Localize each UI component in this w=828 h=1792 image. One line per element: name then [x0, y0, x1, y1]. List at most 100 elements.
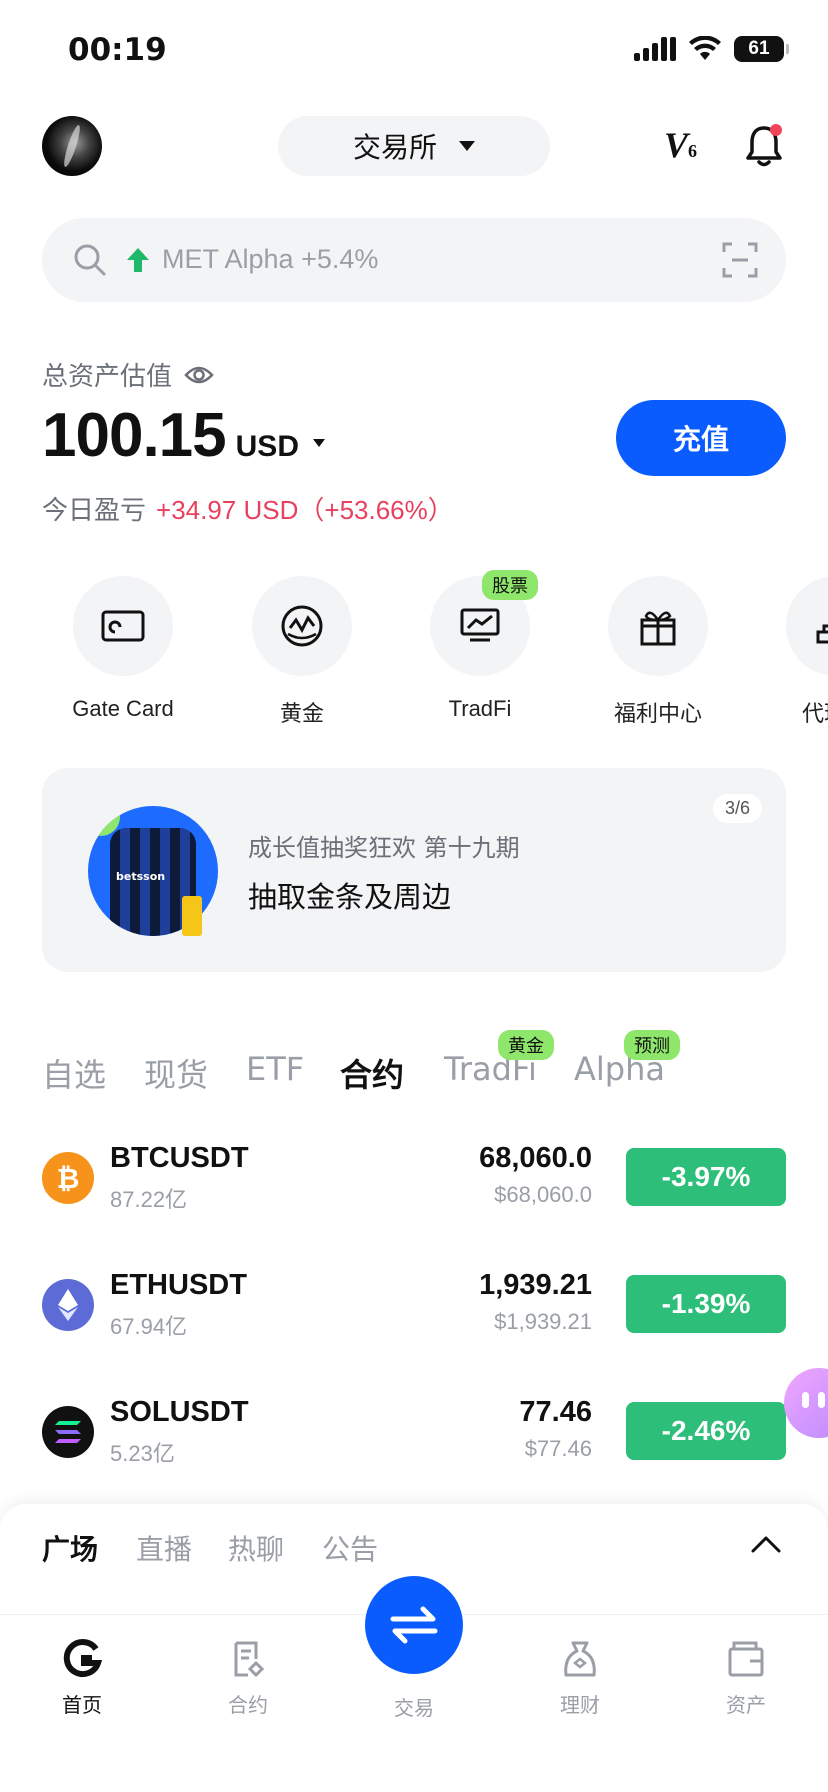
stock-tag: 股票 — [482, 570, 538, 600]
network-icon — [816, 624, 828, 644]
scan-icon[interactable] — [722, 242, 758, 278]
exchange-label: 交易所 — [352, 131, 437, 164]
search-input: MET Alpha +5.4% — [162, 244, 379, 274]
nav-home[interactable]: 首页 — [22, 1639, 142, 1718]
nav-assets[interactable]: 资产 — [686, 1639, 806, 1718]
tab-futures[interactable]: 合约 — [340, 1050, 404, 1096]
sol-icon — [42, 1406, 94, 1458]
tab-square[interactable]: 广场 — [42, 1528, 98, 1568]
shortcut-label: 福利中心 — [613, 701, 702, 726]
futures-icon — [234, 1641, 265, 1678]
shortcut-circle: 股票 — [430, 570, 538, 676]
pair-name: BTCUSDT — [110, 1142, 249, 1174]
signal-icon — [634, 37, 676, 61]
trade-button[interactable] — [365, 1576, 463, 1674]
shortcut-label: TradFi — [448, 696, 512, 721]
gold-bar-image — [182, 896, 202, 936]
gift-icon — [640, 611, 676, 646]
alpha-predict-tag: 预测 — [624, 1030, 680, 1060]
shortcut-circle — [73, 576, 173, 676]
market-row[interactable]: SOLUSDT 5.23亿 77.46 $77.46 -2.46% — [42, 1394, 786, 1474]
shortcut-label: 黄金 — [279, 701, 324, 726]
shortcut-gate-card[interactable]: Gate Card — [33, 576, 213, 722]
change-badge[interactable]: -3.97% — [626, 1148, 786, 1206]
header: 交易所 V6 — [0, 112, 828, 182]
eye-icon[interactable] — [184, 364, 214, 386]
nav-trade-label: 交易 — [394, 1696, 434, 1720]
nav-earn[interactable]: 理财 — [520, 1639, 640, 1718]
banner-subtitle: 成长值抽奖狂欢 第十九期 — [248, 834, 520, 862]
fiat-price: $1,939.21 — [494, 1309, 592, 1334]
shortcut-row: Gate Card 黄金 股票 TradFi 福利中心 代 — [0, 570, 828, 728]
market-tabs: 自选 现货 ETF 合约 TradFi 黄金 Alpha 预测 — [42, 1030, 802, 1100]
deposit-button[interactable]: 充值 — [616, 400, 786, 476]
status-bar: 00:19 61 — [0, 0, 828, 100]
btc-icon: ₿ — [42, 1152, 94, 1204]
exchange-switcher[interactable]: 交易所 — [278, 116, 550, 176]
wallet-icon — [728, 1641, 764, 1677]
nav-futures[interactable]: 合约 — [188, 1639, 308, 1718]
asset-value-row: 100.15 USD — [42, 400, 325, 471]
pnl-row[interactable]: 今日盈亏 +34.97 USD（+53.66%） — [42, 490, 454, 527]
status-icons: 61 — [634, 36, 789, 62]
nav-label: 资产 — [726, 1693, 766, 1717]
vip-level: 6 — [688, 141, 698, 161]
vip-letter: V — [664, 125, 689, 165]
market-row[interactable]: ETHUSDT 67.94亿 1,939.21 $1,939.21 -1.39% — [42, 1267, 786, 1347]
currency-selector[interactable]: USD — [236, 430, 299, 464]
fiat-price: $68,060.0 — [494, 1182, 592, 1207]
tab-etf[interactable]: ETF — [246, 1050, 304, 1088]
tab-announcements[interactable]: 公告 — [322, 1528, 378, 1568]
card-icon — [101, 610, 145, 642]
eth-icon — [42, 1279, 94, 1331]
shortcut-tradfi[interactable]: 股票 TradFi — [390, 570, 570, 722]
jersey-sponsor-text: betsson — [116, 870, 166, 883]
tradfi-gold-tag: 黄金 — [498, 1030, 554, 1060]
change-badge[interactable]: -1.39% — [626, 1275, 786, 1333]
tab-live[interactable]: 直播 — [136, 1528, 192, 1568]
shortcut-agent[interactable]: 代理 — [746, 576, 828, 728]
earn-icon — [564, 1641, 596, 1677]
swap-icon — [390, 1606, 438, 1644]
shortcut-label: Gate Card — [72, 696, 174, 721]
nav-label: 理财 — [560, 1693, 600, 1717]
last-price: 1,939.21 — [479, 1269, 592, 1301]
shortcut-rewards[interactable]: 福利中心 — [568, 576, 748, 728]
nav-label: 合约 — [228, 1693, 268, 1717]
tab-favorites[interactable]: 自选 — [42, 1050, 106, 1096]
change-badge[interactable]: -2.46% — [626, 1402, 786, 1460]
chart-board-icon — [460, 608, 500, 642]
home-icon — [63, 1639, 102, 1678]
shortcut-circle — [786, 576, 828, 676]
pnl-label: 今日盈亏 — [42, 496, 147, 526]
shortcut-gold[interactable]: 黄金 — [212, 576, 392, 728]
tab-spot[interactable]: 现货 — [144, 1050, 208, 1096]
promo-banner[interactable]: betsson 成长值抽奖狂欢 第十九期 抽取金条及周边 3/6 — [42, 768, 786, 972]
shortcut-circle — [252, 576, 352, 676]
svg-text:₿: ₿ — [57, 1162, 80, 1194]
avatar[interactable] — [42, 116, 102, 176]
notification-dot — [770, 124, 782, 136]
shortcut-label: 代理 — [802, 701, 828, 726]
pair-volume: 5.23亿 — [110, 1441, 175, 1466]
status-time: 00:19 — [68, 32, 167, 68]
trending-up-icon — [127, 248, 149, 272]
last-price: 68,060.0 — [479, 1142, 592, 1174]
wifi-icon — [689, 36, 721, 60]
asset-title-row: 总资产估值 — [42, 356, 214, 393]
banner-title: 抽取金条及周边 — [248, 880, 452, 914]
search-bar[interactable]: MET Alpha +5.4% — [42, 218, 786, 302]
assistant-chat-icon[interactable] — [784, 1368, 828, 1438]
chevron-down-icon — [459, 141, 475, 151]
battery-level: 61 — [748, 38, 770, 59]
battery-icon: 61 — [734, 36, 789, 62]
chevron-up-icon[interactable] — [750, 1534, 782, 1554]
notification-button[interactable] — [744, 122, 784, 170]
fiat-price: $77.46 — [524, 1436, 592, 1461]
market-row[interactable]: ₿ BTCUSDT 87.22亿 68,060.0 $68,060.0 -3.9… — [42, 1140, 786, 1220]
nav-label: 首页 — [62, 1693, 102, 1717]
pnl-value: +34.97 USD（+53.66%） — [156, 495, 454, 525]
vip-badge[interactable]: V6 — [664, 124, 697, 166]
tab-hot-chat[interactable]: 热聊 — [228, 1528, 284, 1568]
pair-name: SOLUSDT — [110, 1396, 249, 1428]
